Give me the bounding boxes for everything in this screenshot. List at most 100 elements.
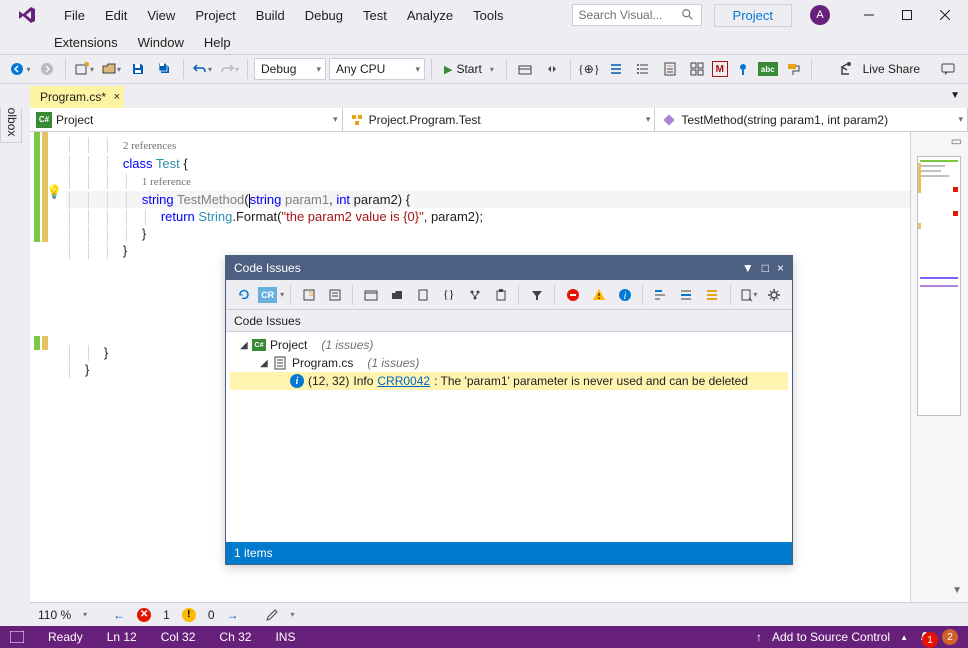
platform-select[interactable]: Any CPU <box>329 58 425 80</box>
menu-tools[interactable]: Tools <box>465 4 511 27</box>
tree-arrow-icon[interactable]: ◢ <box>240 340 252 351</box>
folder-icon[interactable] <box>385 283 408 307</box>
open-button[interactable]: ▾ <box>99 57 123 81</box>
grid-icon[interactable] <box>685 57 709 81</box>
save-button[interactable] <box>126 57 150 81</box>
tab-program-cs[interactable]: Program.cs* × <box>30 86 124 108</box>
menu-analyze[interactable]: Analyze <box>399 4 461 27</box>
arrow-left-icon[interactable]: ← <box>113 608 125 622</box>
tool-btn-1[interactable] <box>513 57 537 81</box>
redo-button[interactable]: ▾ <box>217 57 241 81</box>
menu-build[interactable]: Build <box>248 4 293 27</box>
filter-icon[interactable] <box>525 283 548 307</box>
issue-row[interactable]: i (12, 32) Info CRR0042 : The 'param1' p… <box>230 372 788 390</box>
export-icon[interactable]: ▾ <box>737 283 760 307</box>
align2-icon[interactable] <box>675 283 698 307</box>
liveshare-label[interactable]: Live Share <box>863 62 920 76</box>
braces-icon[interactable]: {⊕} <box>577 57 601 81</box>
menu-window[interactable]: Window <box>130 31 192 54</box>
forward-button[interactable] <box>35 57 59 81</box>
code-issues-tree[interactable]: ◢ C# Project (1 issues) ◢ Program.cs (1 … <box>226 332 792 542</box>
stop-icon[interactable] <box>561 283 584 307</box>
window-dropdown-icon[interactable]: ▼ <box>742 261 754 275</box>
paint-icon[interactable] <box>781 57 805 81</box>
bell-icon[interactable]: 1 <box>918 630 932 644</box>
status-ch[interactable]: Ch 32 <box>219 630 251 644</box>
window-icon[interactable] <box>359 283 382 307</box>
menu-extensions[interactable]: Extensions <box>46 31 126 54</box>
abc-icon[interactable]: abc <box>758 62 778 76</box>
arrow-right-icon[interactable]: → <box>227 608 239 622</box>
maximize-button[interactable] <box>890 3 924 27</box>
doc2-icon[interactable] <box>323 283 346 307</box>
config-select[interactable]: Debug <box>254 58 326 80</box>
feedback-icon[interactable] <box>936 57 960 81</box>
pin-icon[interactable] <box>731 57 755 81</box>
save-all-button[interactable] <box>153 57 177 81</box>
refresh-icon[interactable] <box>232 283 255 307</box>
nav-class[interactable]: Project.Program.Test <box>343 108 656 131</box>
codelens-refs2[interactable]: 2 references <box>123 140 176 152</box>
issue-code-link[interactable]: CRR0042 <box>377 374 430 388</box>
code-issues-titlebar[interactable]: Code Issues ▼ □ × <box>226 256 792 280</box>
status-line[interactable]: Ln 12 <box>107 630 137 644</box>
output-icon[interactable] <box>10 631 24 643</box>
m-icon[interactable]: M <box>712 61 728 77</box>
align1-icon[interactable] <box>649 283 672 307</box>
window-close-icon[interactable]: × <box>777 261 784 275</box>
scroll-down-icon[interactable]: ▼ <box>952 585 962 596</box>
menu-edit[interactable]: Edit <box>97 4 135 27</box>
map-scrollbar[interactable]: ▭ ▼ <box>910 132 968 602</box>
start-button[interactable]: ▶Start▾ <box>438 58 500 80</box>
split-icon[interactable]: ▭ <box>951 134 962 148</box>
braces2-icon[interactable]: {} <box>437 283 460 307</box>
search-input[interactable]: Search Visual... <box>572 4 702 26</box>
status-ins[interactable]: INS <box>275 630 295 644</box>
share-icon[interactable] <box>833 57 857 81</box>
info-icon[interactable]: i <box>613 283 636 307</box>
status-col[interactable]: Col 32 <box>161 630 196 644</box>
publish-icon[interactable]: ↑ <box>756 630 762 644</box>
window-restore-icon[interactable]: □ <box>762 261 769 275</box>
warn-icon[interactable]: ! <box>182 608 196 622</box>
undo-button[interactable]: ▾ <box>190 57 214 81</box>
menu-help[interactable]: Help <box>196 31 239 54</box>
doc1-icon[interactable] <box>297 283 320 307</box>
back-button[interactable]: ▾ <box>8 57 32 81</box>
menu-file[interactable]: File <box>56 4 93 27</box>
close-button[interactable] <box>928 3 962 27</box>
menu-test[interactable]: Test <box>355 4 395 27</box>
badge-2[interactable]: 2 <box>942 629 958 645</box>
tree-row-file[interactable]: ◢ Program.cs (1 issues) <box>230 354 788 372</box>
pencil-icon[interactable] <box>265 608 279 622</box>
tab-overflow-icon[interactable]: ▼ <box>950 90 960 101</box>
cr-icon[interactable]: CR <box>258 287 277 303</box>
list2-icon[interactable] <box>631 57 655 81</box>
nav-scope[interactable]: C# Project <box>30 108 343 131</box>
tree-arrow-icon[interactable]: ◢ <box>260 358 272 369</box>
menu-view[interactable]: View <box>139 4 183 27</box>
doc-icon[interactable] <box>658 57 682 81</box>
tool-btn-2[interactable] <box>540 57 564 81</box>
zoom-level[interactable]: 110 % <box>38 608 71 622</box>
project-button[interactable]: Project <box>714 4 792 27</box>
warning-icon[interactable] <box>587 283 610 307</box>
codelens-refs1[interactable]: 1 reference <box>142 176 191 188</box>
tree-row-project[interactable]: ◢ C# Project (1 issues) <box>230 336 788 354</box>
avatar[interactable]: A <box>810 5 830 25</box>
source-control-button[interactable]: Add to Source Control <box>772 630 890 644</box>
menu-project[interactable]: Project <box>187 4 243 27</box>
align3-icon[interactable] <box>701 283 724 307</box>
menu-debug[interactable]: Debug <box>297 4 351 27</box>
gear-icon[interactable] <box>763 283 786 307</box>
tree-icon[interactable] <box>463 283 486 307</box>
page-icon[interactable] <box>411 283 434 307</box>
nav-method[interactable]: TestMethod(string param1, int param2) <box>655 108 968 131</box>
clipboard-icon[interactable] <box>489 283 512 307</box>
map-preview[interactable] <box>917 156 961 416</box>
error-icon[interactable]: ✕ <box>137 608 151 622</box>
new-project-button[interactable]: ▾ <box>72 57 96 81</box>
minimize-button[interactable] <box>852 3 886 27</box>
tab-close-icon[interactable]: × <box>114 91 120 103</box>
list-icon[interactable] <box>604 57 628 81</box>
